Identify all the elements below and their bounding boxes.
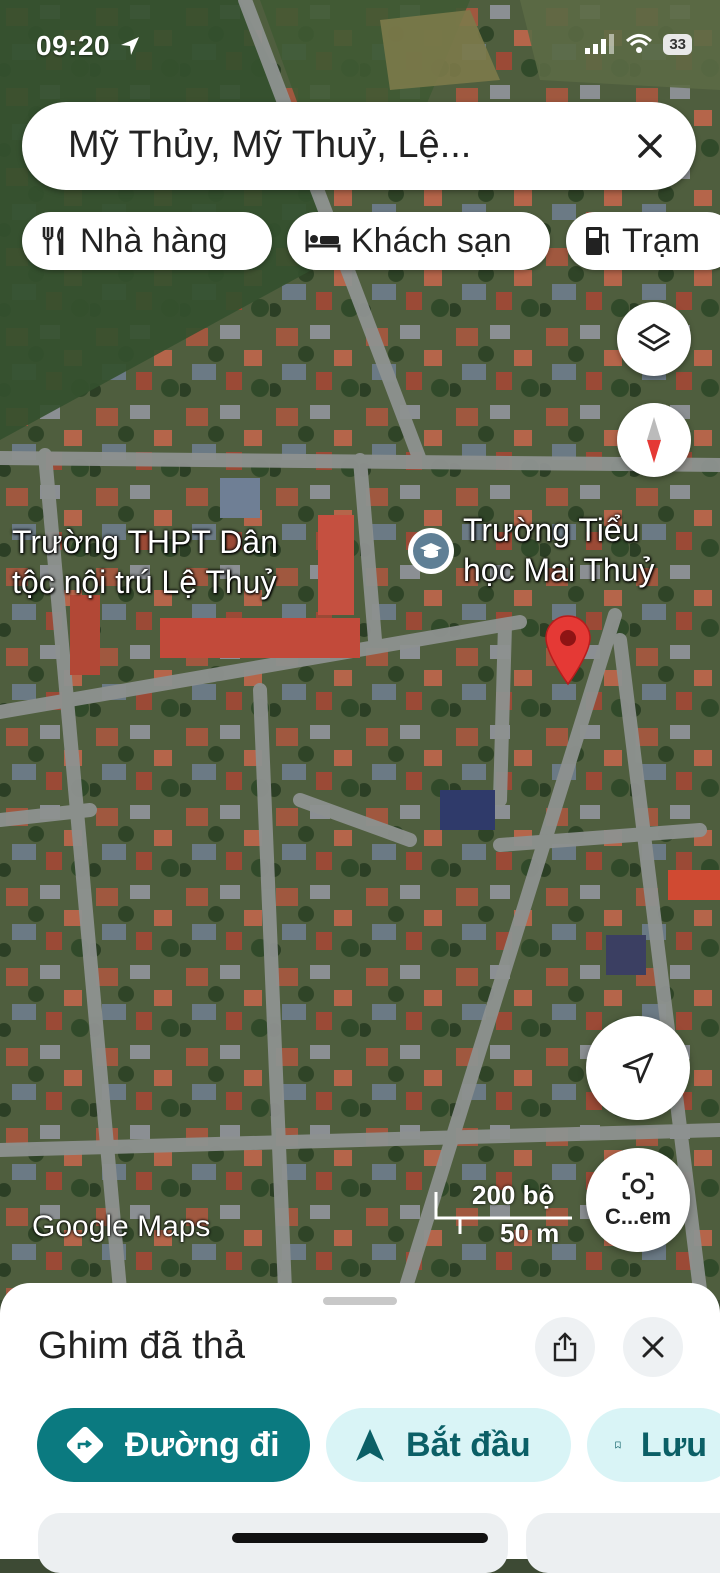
google-maps-watermark: Google Maps [32,1210,211,1243]
navigation-arrow-icon [622,1052,654,1084]
my-location-button[interactable] [586,1016,690,1120]
signal-icon [585,34,615,54]
dropped-pin-icon[interactable] [544,614,592,686]
layers-icon [637,323,671,352]
close-icon [642,1336,664,1358]
battery-icon: 33 [663,33,692,55]
chip-restaurants[interactable]: Nhà hàng [22,212,272,270]
close-sheet-button[interactable] [623,1317,683,1377]
compass-button[interactable] [617,403,691,477]
gas-station-icon [586,227,610,255]
home-indicator[interactable] [232,1533,488,1543]
start-button[interactable]: Bắt đầu [326,1408,571,1482]
save-button[interactable]: Lưu [587,1408,720,1482]
share-button[interactable] [535,1317,595,1377]
chip-label: Khách sạn [351,221,512,260]
info-card[interactable] [38,1513,508,1573]
school-icon [420,543,442,558]
place-label-line: Trường THPT Dân [12,524,278,560]
place-label-line: Trường Tiểu [463,512,640,548]
camera-lens-icon [622,1172,654,1200]
bookmark-icon [615,1441,621,1449]
navigation-arrow-icon [356,1429,384,1461]
chip-gas-stations[interactable]: Trạm [566,212,720,270]
chip-hotels[interactable]: Khách sạn [287,212,550,270]
scale-metric: 50 m [500,1218,560,1248]
status-time: 09:20 [36,30,142,62]
place-label-school-1[interactable]: Trường THPT Dân tộc nội trú Lệ Thuỷ [12,522,278,602]
directions-label: Đường đi [125,1425,280,1464]
compass-icon [647,417,661,463]
scale-bar: 200 bộ 50 m [434,1178,574,1248]
start-label: Bắt đầu [406,1425,531,1464]
search-bar[interactable]: Mỹ Thủy, Mỹ Thuỷ, Lệ... [22,102,696,190]
search-query[interactable]: Mỹ Thủy, Mỹ Thuỷ, Lệ... [68,124,471,167]
camera-label: C...em [604,1204,672,1229]
place-label-line: tộc nội trú Lệ Thuỷ [12,564,277,600]
location-arrow-icon [121,37,140,55]
sheet-title: Ghim đã thả [38,1325,245,1367]
place-label-school-2[interactable]: Trường Tiểu học Mai Thuỷ [463,510,655,590]
chip-label: Nhà hàng [80,221,228,260]
info-card[interactable] [526,1513,720,1573]
chip-label: Trạm [622,221,701,260]
clock: 09:20 [36,30,111,61]
directions-icon [66,1426,104,1464]
wifi-icon [626,34,653,53]
save-label: Lưu [640,1425,707,1464]
scale-imperial: 200 bộ [472,1180,555,1210]
layers-button[interactable] [617,302,691,376]
place-label-line: học Mai Thuỷ [463,552,655,588]
status-indicators: 33 [585,33,692,55]
close-icon[interactable] [630,126,670,166]
bottom-sheet[interactable]: Ghim đã thả Đường đi Bắt đầu Lưu [0,1283,720,1573]
share-icon [553,1332,577,1362]
sheet-grabber[interactable] [323,1297,397,1305]
directions-button[interactable]: Đường đi [37,1408,310,1482]
restaurant-icon [42,226,64,255]
camera-search-button[interactable]: C...em [586,1148,690,1252]
school-marker[interactable] [408,528,454,574]
hotel-icon [305,230,341,252]
